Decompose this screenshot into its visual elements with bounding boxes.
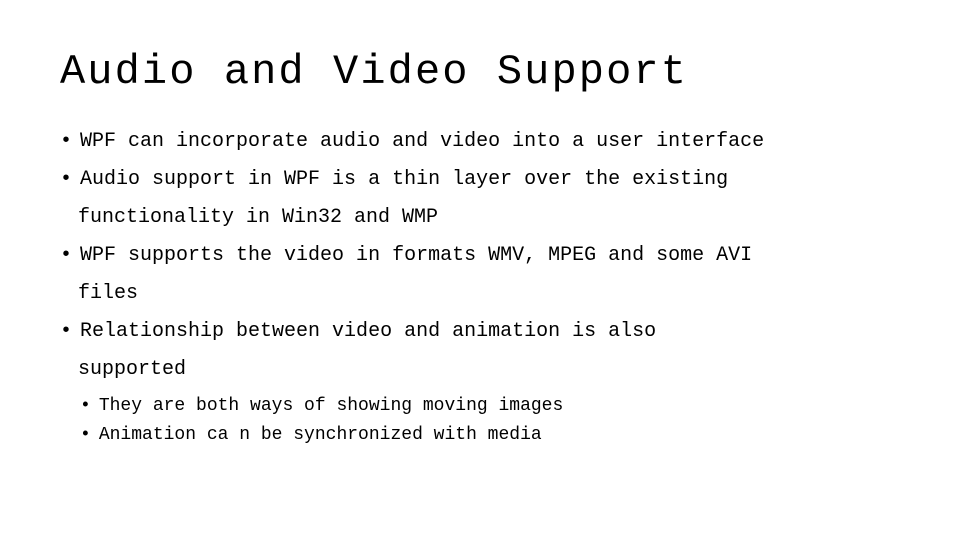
list-item: • WPF supports the video in formats WMV,…: [60, 242, 900, 270]
sub-bullet-text: They are both ways of showing moving ima…: [99, 394, 563, 419]
bullet-text: WPF can incorporate audio and video into…: [80, 128, 900, 156]
bullet-text: WPF supports the video in formats WMV, M…: [80, 242, 900, 270]
list-item: • WPF can incorporate audio and video in…: [60, 128, 900, 156]
sub-bullet-text: Animation ca n be synchronized with medi…: [99, 423, 542, 448]
bullet-marker: •: [60, 242, 72, 270]
bullet-continuation: files: [60, 280, 900, 308]
bullet-text: Audio support in WPF is a thin layer ove…: [80, 166, 900, 194]
bullet-marker: •: [60, 166, 72, 194]
bullet-text: Relationship between video and animation…: [80, 318, 900, 346]
list-item: • Audio support in WPF is a thin layer o…: [60, 166, 900, 194]
sub-bullet-list: • They are both ways of showing moving i…: [80, 394, 900, 448]
bullet-continuation: functionality in Win32 and WMP: [60, 204, 900, 232]
bullet-list: • WPF can incorporate audio and video in…: [60, 128, 900, 384]
bullet-marker: •: [60, 128, 72, 156]
bullet-marker: •: [60, 318, 72, 346]
sub-bullet-marker: •: [80, 423, 91, 448]
list-item: • Animation ca n be synchronized with me…: [80, 423, 900, 448]
slide-title: Audio and Video Support: [60, 48, 900, 96]
slide: Audio and Video Support • WPF can incorp…: [0, 0, 960, 540]
list-item: • Relationship between video and animati…: [60, 318, 900, 346]
sub-bullet-marker: •: [80, 394, 91, 419]
list-item: • They are both ways of showing moving i…: [80, 394, 900, 419]
bullet-continuation: supported: [60, 356, 900, 384]
